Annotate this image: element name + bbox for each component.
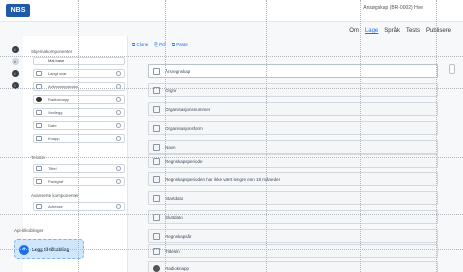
left-rail: i ⌕ i i [10, 46, 20, 89]
address-icon [36, 204, 42, 209]
guide-line [0, 249, 463, 250]
clone-button[interactable]: ⧉ Clone [132, 42, 148, 47]
guide-line [360, 0, 361, 272]
menu-item-publisere[interactable]: Publisere [426, 28, 451, 34]
info-icon[interactable]: i [11, 46, 19, 53]
field-label: Regnskapsperiode [165, 159, 203, 164]
component-label: Dato [48, 123, 57, 128]
component-label: Radioknapp [48, 97, 70, 102]
form-canvas: Årsregnskap Orgnr Organisasjonsnummer Or… [140, 58, 440, 272]
guide-line [266, 0, 267, 272]
component-label: Paragraf [48, 179, 64, 184]
form-field[interactable]: Tittelen [148, 244, 438, 258]
field-label: Radioknapp [165, 266, 190, 271]
calendar-icon [153, 214, 160, 221]
help-icon[interactable] [116, 166, 121, 171]
field-label: Organisasjonsform [165, 126, 203, 131]
guide-line [0, 56, 463, 57]
component-label: Tittel [48, 166, 57, 171]
menu-item-tests[interactable]: Tests [406, 28, 420, 34]
component-paragraph[interactable]: Paragraf [33, 177, 125, 186]
component-date[interactable]: Dato [33, 121, 125, 130]
component-button[interactable]: Knapp [33, 134, 125, 143]
guide-line [0, 157, 463, 158]
calendar-icon [153, 195, 160, 202]
title-icon [153, 158, 160, 165]
form-field[interactable]: Organisasjonsnummer [148, 102, 438, 116]
form-field[interactable]: Årsregnskap [148, 64, 438, 78]
document-title: Ansøgskap (BR-0002) Hve [363, 5, 423, 11]
component-attachment[interactable]: Vedlegg [33, 108, 125, 117]
component-label: Vedlegg [48, 110, 63, 115]
title-icon [153, 68, 160, 75]
button-icon [36, 136, 42, 141]
form-field[interactable]: Sluttdato [148, 210, 438, 224]
menu-item-om[interactable]: Om [349, 28, 359, 34]
field-label: Regnskapsperioden har ikke vært lengre e… [165, 177, 281, 182]
drag-handle-icon[interactable] [449, 64, 455, 74]
field-label: Organisasjonsnummer [165, 107, 211, 112]
plus-icon: + [19, 245, 29, 255]
title-icon [36, 166, 42, 171]
info-icon[interactable]: i [11, 70, 19, 77]
guide-line [165, 0, 166, 272]
line-icon [153, 125, 160, 132]
top-bar: NBS Ansøgskap (BR-0002) Hve [0, 0, 463, 22]
form-field[interactable]: Regnskapsperioden har ikke vært lengre e… [148, 172, 438, 186]
paste-button[interactable]: ⧉ Paste [172, 42, 188, 47]
component-address[interactable]: Adresse [33, 202, 125, 211]
field-label: Navn [165, 145, 176, 150]
attachment-icon [36, 110, 42, 115]
component-radio[interactable]: Radioknapp [33, 95, 125, 104]
help-icon[interactable] [116, 123, 121, 128]
form-field[interactable]: Organisasjonsform [148, 121, 438, 135]
radio-icon [36, 97, 42, 102]
field-label: Årsregnskap [165, 69, 191, 74]
editor-toolbar: ⧉ Clone ⎘ Pdf ⧉ Paste [132, 42, 188, 47]
paragraph-icon [36, 179, 42, 184]
checkbox-icon [153, 176, 160, 183]
group-heading-avanserte[interactable]: Avanserte komponenter [31, 193, 79, 198]
line-icon [153, 144, 160, 151]
field-label: Startdato [165, 196, 184, 201]
group-heading-skjemakomponenter[interactable]: Skjemakomponenter [31, 49, 72, 54]
help-icon[interactable] [116, 136, 121, 141]
form-field[interactable]: Orgnr [148, 83, 438, 97]
textarea-icon [36, 71, 42, 76]
component-filter-dropdown[interactable]: Mal base [33, 57, 125, 65]
field-label: Sluttdato [165, 215, 183, 220]
search-icon[interactable]: ⌕ [11, 58, 19, 65]
form-field[interactable]: Navn [148, 140, 438, 154]
guide-line [0, 214, 463, 215]
line-icon [153, 233, 160, 240]
form-field[interactable]: Startdato [148, 191, 438, 205]
component-label: Knapp [48, 136, 60, 141]
component-label: Adresse [48, 204, 63, 209]
help-icon[interactable] [116, 71, 121, 76]
component-checkbox[interactable]: Avkrysningsboks [33, 82, 125, 91]
help-icon[interactable] [116, 204, 121, 209]
help-icon[interactable] [116, 110, 121, 115]
form-field[interactable]: Regnskapsår [148, 229, 438, 243]
menu-item-sprak[interactable]: Språk [384, 28, 400, 34]
app-logo: NBS [6, 4, 30, 17]
component-title[interactable]: Tittel [33, 164, 125, 173]
line-icon [153, 106, 160, 113]
api-connections-label: Api-tilkoblinger [14, 228, 44, 233]
calendar-icon [36, 123, 42, 128]
help-icon[interactable] [116, 179, 121, 184]
field-label: Regnskapsår [165, 234, 192, 239]
help-icon[interactable] [116, 97, 121, 102]
component-long-answer[interactable]: Langt svar [33, 69, 125, 78]
guide-line [0, 88, 463, 89]
guide-line [436, 0, 437, 272]
component-label: Langt svar [48, 71, 67, 76]
menu-item-lage[interactable]: Lage [365, 28, 378, 34]
component-palette: Skjemakomponenter Mal base Langt svar Av… [23, 36, 128, 272]
form-field[interactable]: Radioknapp [148, 261, 438, 272]
radio-icon [153, 265, 160, 272]
guide-line [78, 0, 79, 272]
